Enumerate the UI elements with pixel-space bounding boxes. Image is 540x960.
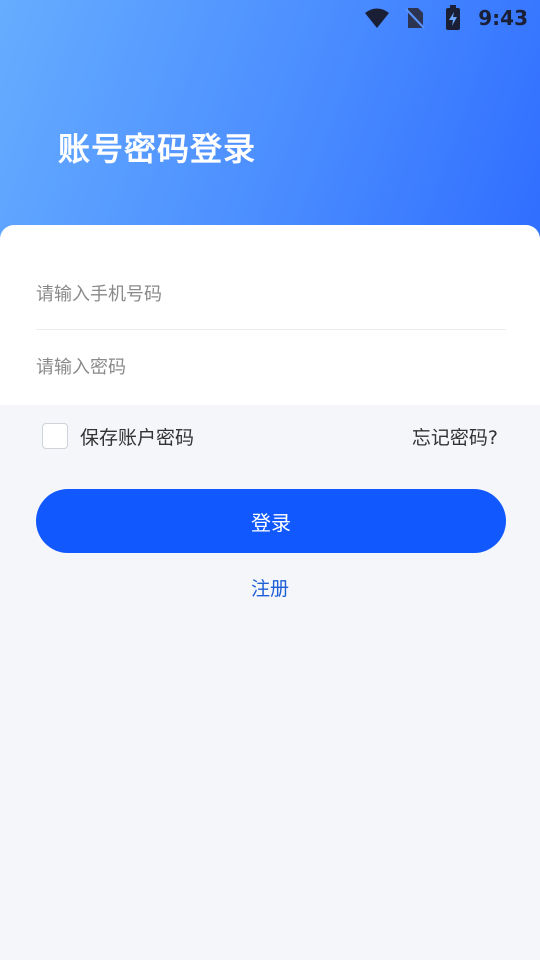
status-bar: 9:43 [0,0,540,36]
login-button[interactable]: 登录 [36,489,506,553]
no-sim-icon [402,5,428,31]
status-time: 9:43 [478,6,528,30]
login-form-card [0,225,540,405]
password-field-row [36,332,506,402]
remember-password-toggle[interactable]: 保存账户密码 [36,423,194,450]
remember-checkbox[interactable] [42,423,68,449]
battery-charging-icon [440,5,466,31]
page-title: 账号密码登录 [58,130,257,168]
forgot-password-link[interactable]: 忘记密码? [412,423,498,450]
wifi-icon [364,5,390,31]
phone-field-row [36,260,506,330]
remember-label: 保存账户密码 [80,426,195,449]
header-banner: 9:43 账号密码登录 [0,0,540,260]
password-input[interactable] [36,356,506,378]
options-row: 保存账户密码 忘记密码? [36,418,498,454]
register-link[interactable]: 注册 [0,574,540,601]
phone-input[interactable] [36,284,506,305]
